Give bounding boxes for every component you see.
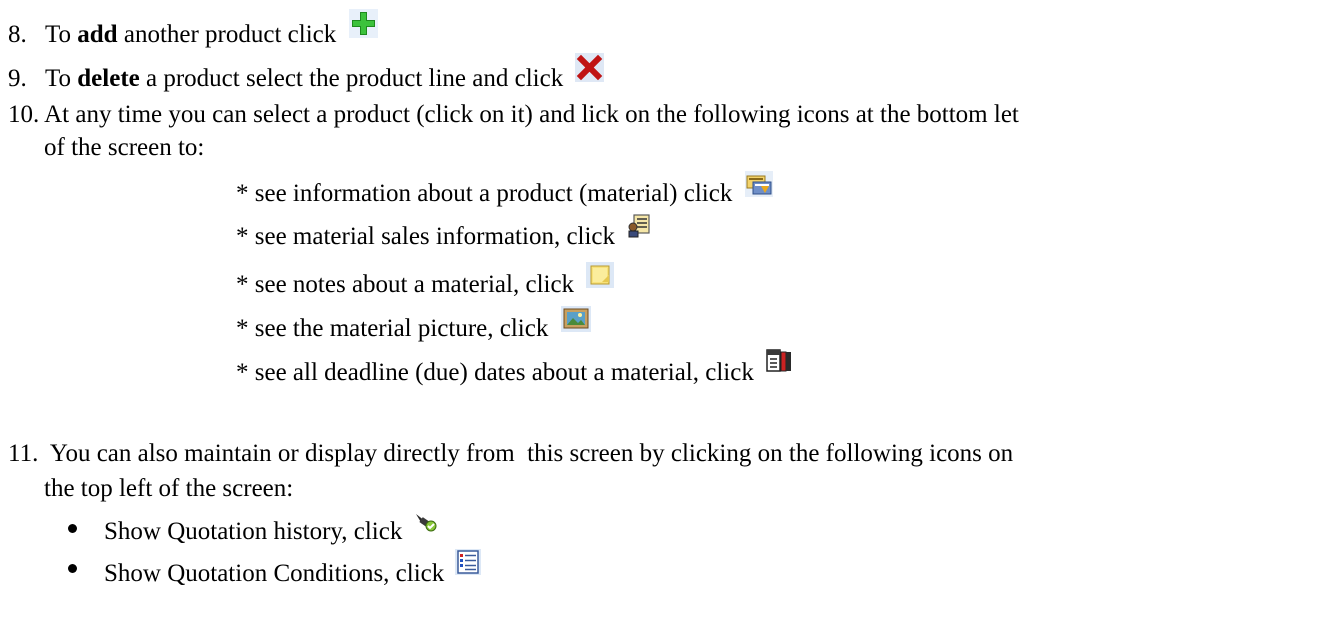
- material-info-icon[interactable]: [744, 171, 773, 197]
- bullet-quotation-history: Show Quotation history, click: [104, 511, 439, 545]
- step-9-bold: delete: [77, 65, 140, 92]
- step-8-bold: add: [77, 21, 118, 48]
- sub-item-text: * see material sales information, click: [236, 223, 616, 250]
- step-11-line-2: the top left of the screen:: [44, 476, 293, 501]
- step-9-number: 9.: [8, 65, 27, 92]
- bullet-text: Show Quotation Conditions, click: [104, 560, 445, 587]
- step-9: 9. To delete a product select the produc…: [8, 53, 605, 92]
- step-9-post: a product select the product line and cl…: [139, 65, 564, 92]
- step-8-post: another product click: [117, 21, 337, 48]
- sub-item-text: * see notes about a material, click: [236, 271, 575, 298]
- sub-item-notes: * see notes about a material, click: [236, 262, 615, 298]
- step-8-number: 8.: [8, 21, 27, 48]
- bullet-dot: [68, 564, 77, 573]
- step-11-text-2: the top left of the screen:: [44, 475, 294, 502]
- step-10-text-2: of the screen to:: [44, 134, 205, 161]
- sub-item-picture: * see the material picture, click: [236, 306, 591, 342]
- bullet-quotation-conditions: Show Quotation Conditions, click: [104, 549, 481, 587]
- quotation-history-icon[interactable]: [412, 511, 439, 535]
- step-10-text-1: At any time you can select a product (cl…: [44, 101, 1019, 128]
- bullet-text: Show Quotation history, click: [104, 518, 403, 545]
- step-10-line-1: 10. At any time you can select a product…: [8, 102, 1019, 127]
- sub-item-text: * see the material picture, click: [236, 315, 549, 342]
- notes-icon[interactable]: [586, 262, 615, 288]
- step-10-number: 10.: [8, 101, 40, 128]
- step-11-text-1: You can also maintain or display directl…: [44, 440, 1014, 467]
- step-11-line-1: 11. You can also maintain or display dir…: [8, 441, 1013, 466]
- sub-item-text: * see information about a product (mater…: [236, 180, 733, 207]
- sub-item-material-info: * see information about a product (mater…: [236, 171, 773, 207]
- delete-red-x-icon[interactable]: [575, 53, 605, 82]
- sales-info-icon[interactable]: [627, 214, 652, 238]
- step-9-pre: To: [45, 65, 78, 92]
- sub-item-deadline-dates: * see all deadline (due) dates about a m…: [236, 348, 793, 386]
- step-8: 8. To add another product click: [8, 9, 378, 48]
- picture-icon[interactable]: [560, 306, 591, 332]
- quotation-conditions-icon[interactable]: [454, 549, 481, 575]
- step-10-line-2: of the screen to:: [44, 135, 204, 160]
- sub-item-sales-info: * see material sales information, click: [236, 214, 652, 250]
- step-8-pre: To: [45, 21, 78, 48]
- deadline-dates-icon[interactable]: [766, 348, 793, 374]
- add-green-plus-icon[interactable]: [348, 9, 378, 38]
- step-11-number: 11.: [8, 440, 39, 467]
- bullet-dot: [68, 524, 77, 533]
- sub-item-text: * see all deadline (due) dates about a m…: [236, 359, 754, 386]
